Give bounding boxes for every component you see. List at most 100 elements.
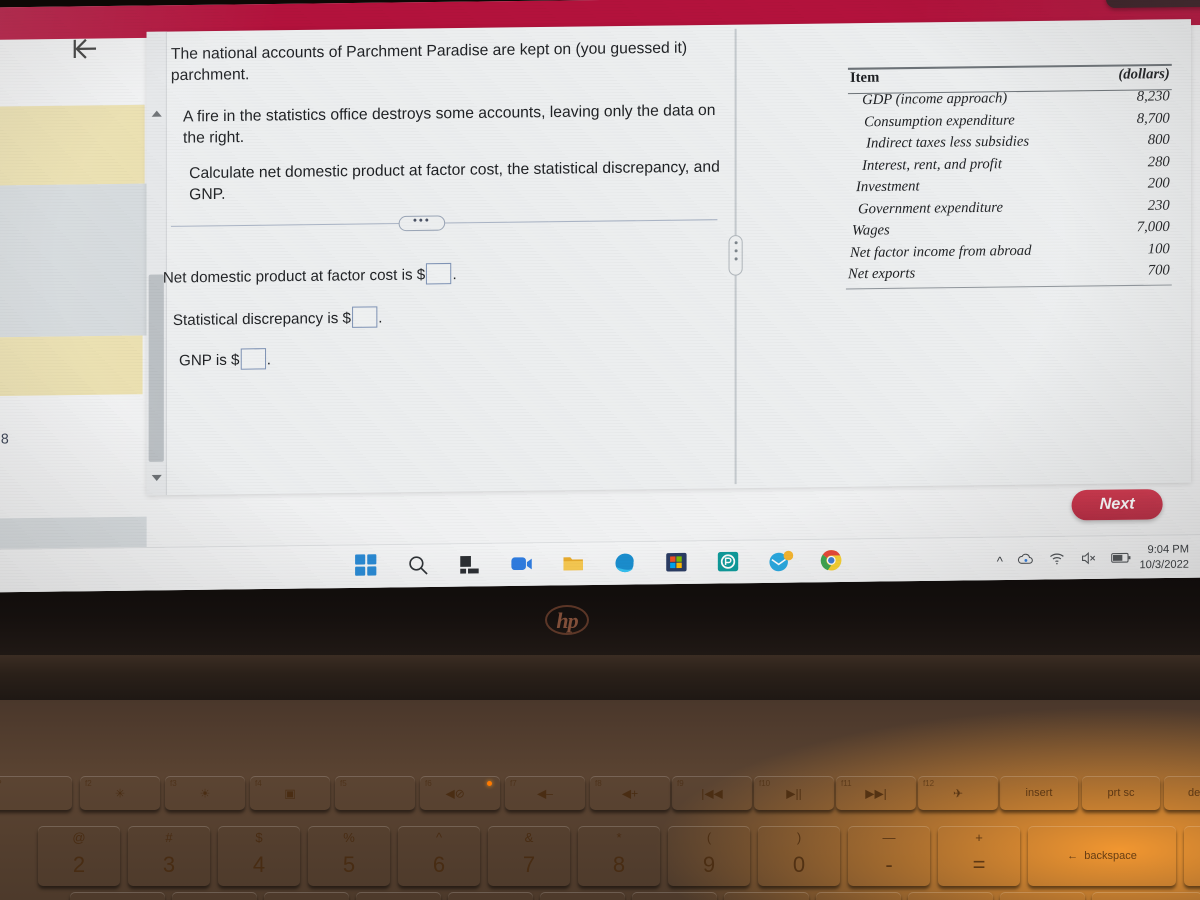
key-f7[interactable]: f7 ◀– [505, 776, 585, 810]
key-row3-k[interactable] [1000, 892, 1085, 900]
grip-dot [734, 241, 738, 245]
key-9[interactable]: ( 9 [668, 826, 750, 886]
key-home[interactable]: home [1184, 826, 1200, 886]
key-equals[interactable]: + = [938, 826, 1020, 886]
answer-input-discrepancy[interactable] [351, 306, 378, 328]
key-0[interactable]: ) 0 [758, 826, 840, 886]
background-stray-text-left: 8 [0, 430, 9, 447]
key-row3-f[interactable] [540, 892, 625, 900]
row-label: Interest, rent, and profit [862, 155, 1002, 174]
key-f11[interactable]: f11 ▶▶| [836, 776, 916, 810]
key-f10[interactable]: f10 ▶|| [754, 776, 834, 810]
key-f2[interactable]: f2 ✳ [80, 776, 160, 810]
key-7[interactable]: & 7 [488, 826, 570, 886]
scroll-up-arrow-icon[interactable] [151, 110, 162, 117]
key-row3-d[interactable] [356, 892, 441, 900]
chrome-icon[interactable] [820, 549, 845, 575]
chevron-up-icon[interactable]: ^ [997, 553, 1003, 568]
key-row3-i[interactable] [816, 892, 901, 900]
national-accounts-table: Item (dollars) GDP (income approach) 8,2… [848, 64, 1172, 286]
row-label: Government expenditure [858, 199, 1003, 218]
pearson-icon[interactable] [716, 550, 741, 576]
key-8[interactable]: * 8 [578, 826, 660, 886]
edge-icon[interactable] [613, 551, 638, 577]
key-backspace[interactable]: ← backspace [1028, 826, 1176, 886]
key-f12[interactable]: f12 ✈ [918, 776, 998, 810]
answer-suffix-gnp: . [266, 351, 272, 369]
screenshot-root: hp ? f2 ✳ f3 ☀ f4 ▣ f5 f6 ◀⊘ f7 ◀ [0, 0, 1200, 900]
key-row3-c[interactable] [264, 892, 349, 900]
answer-label-ndp: Net domestic product at factor cost is $ [162, 266, 426, 287]
key-f1-partial[interactable]: ? [0, 776, 72, 810]
modal-scrollbar[interactable] [146, 31, 167, 496]
answer-input-ndp[interactable] [426, 262, 452, 285]
row-label: GDP (income approach) [862, 90, 1008, 109]
key-row3-e[interactable] [448, 892, 533, 900]
row-label: Indirect taxes less subsidies [866, 133, 1030, 152]
play-pause-icon: ▶|| [786, 786, 802, 801]
answer-suffix-ndp: . [452, 265, 457, 284]
file-explorer-icon[interactable] [562, 552, 587, 578]
key-5[interactable]: % 5 [308, 826, 390, 886]
scrollbar-thumb[interactable] [148, 274, 164, 462]
key-print-screen[interactable]: prt sc [1082, 776, 1160, 810]
backspace-label: backspace [1084, 850, 1137, 862]
next-track-icon: ▶▶| [865, 786, 887, 801]
wifi-icon[interactable] [1048, 550, 1065, 570]
key-row3-b[interactable] [172, 892, 257, 900]
previous-track-icon: |◀◀ [701, 786, 723, 801]
table-row: Net exports 700 [848, 260, 1172, 286]
answer-row-gnp: GNP is $. [179, 348, 271, 370]
mail-icon[interactable] [768, 549, 794, 575]
key-f3[interactable]: f3 ☀ [165, 776, 245, 810]
key-6[interactable]: ^ 6 [398, 826, 480, 886]
grip-dot [734, 257, 738, 261]
pane-splitter-handle[interactable] [728, 235, 743, 276]
scroll-down-arrow-icon[interactable] [151, 474, 162, 482]
skip-to-start-icon[interactable] [66, 30, 102, 67]
row-value: 7,000 [1136, 218, 1170, 236]
row-label: Investment [856, 178, 920, 196]
key-3[interactable]: # 3 [128, 826, 210, 886]
taskbar-clock[interactable]: 9:04 PM 10/3/2022 [1126, 542, 1189, 573]
airplane-mode-icon: ✈ [952, 786, 964, 801]
display-switch-icon: ▣ [284, 786, 296, 801]
submit-button[interactable]: Submit [1106, 0, 1200, 8]
key-row3-h[interactable] [724, 892, 809, 900]
key-f5[interactable]: f5 [335, 776, 415, 810]
row-value: 8,700 [1136, 110, 1170, 127]
zoom-icon[interactable] [510, 552, 535, 578]
mute-icon: ◀⊘ [445, 786, 465, 801]
key-f9[interactable]: f9 |◀◀ [672, 776, 752, 810]
brightness-up-icon: ☀ [199, 786, 211, 801]
task-view-icon[interactable] [458, 553, 483, 579]
key-minus[interactable]: — - [848, 826, 930, 886]
question-paragraph-1: The national accounts of Parchment Parad… [170, 39, 688, 85]
volume-mute-icon[interactable] [1080, 550, 1097, 570]
key-4[interactable]: $ 4 [218, 826, 300, 886]
background-band-cream-1 [0, 104, 145, 186]
key-2[interactable]: @ 2 [38, 826, 120, 886]
key-f4[interactable]: f4 ▣ [250, 776, 330, 810]
key-row3-j[interactable] [908, 892, 993, 900]
onedrive-icon[interactable] [1017, 550, 1034, 570]
background-band-cream-2 [0, 335, 143, 397]
key-f8[interactable]: f8 ◀+ [590, 776, 670, 810]
row-label: Net factor income from abroad [849, 242, 1032, 261]
row-label: Consumption expenditure [864, 112, 1015, 131]
key-delete[interactable]: delete [1164, 776, 1200, 810]
key-row3-a[interactable] [70, 892, 165, 900]
next-button[interactable]: Next [1071, 489, 1163, 521]
question-paragraph-2: A fire in the statistics office destroys… [183, 101, 716, 147]
microsoft-store-icon[interactable] [665, 550, 690, 576]
laptop-screen: 8 ny Submit [0, 0, 1200, 593]
expand-ellipsis-button[interactable]: ••• [398, 215, 446, 232]
key-row3-g[interactable] [632, 892, 717, 900]
search-icon[interactable] [407, 554, 432, 580]
key-insert[interactable]: insert [1000, 776, 1078, 810]
row-value: 800 [1147, 132, 1170, 149]
answer-input-gnp[interactable] [240, 348, 266, 370]
key-row3-l[interactable] [1092, 892, 1200, 900]
windows-start-icon[interactable] [355, 554, 380, 580]
key-f6[interactable]: f6 ◀⊘ [420, 776, 500, 810]
